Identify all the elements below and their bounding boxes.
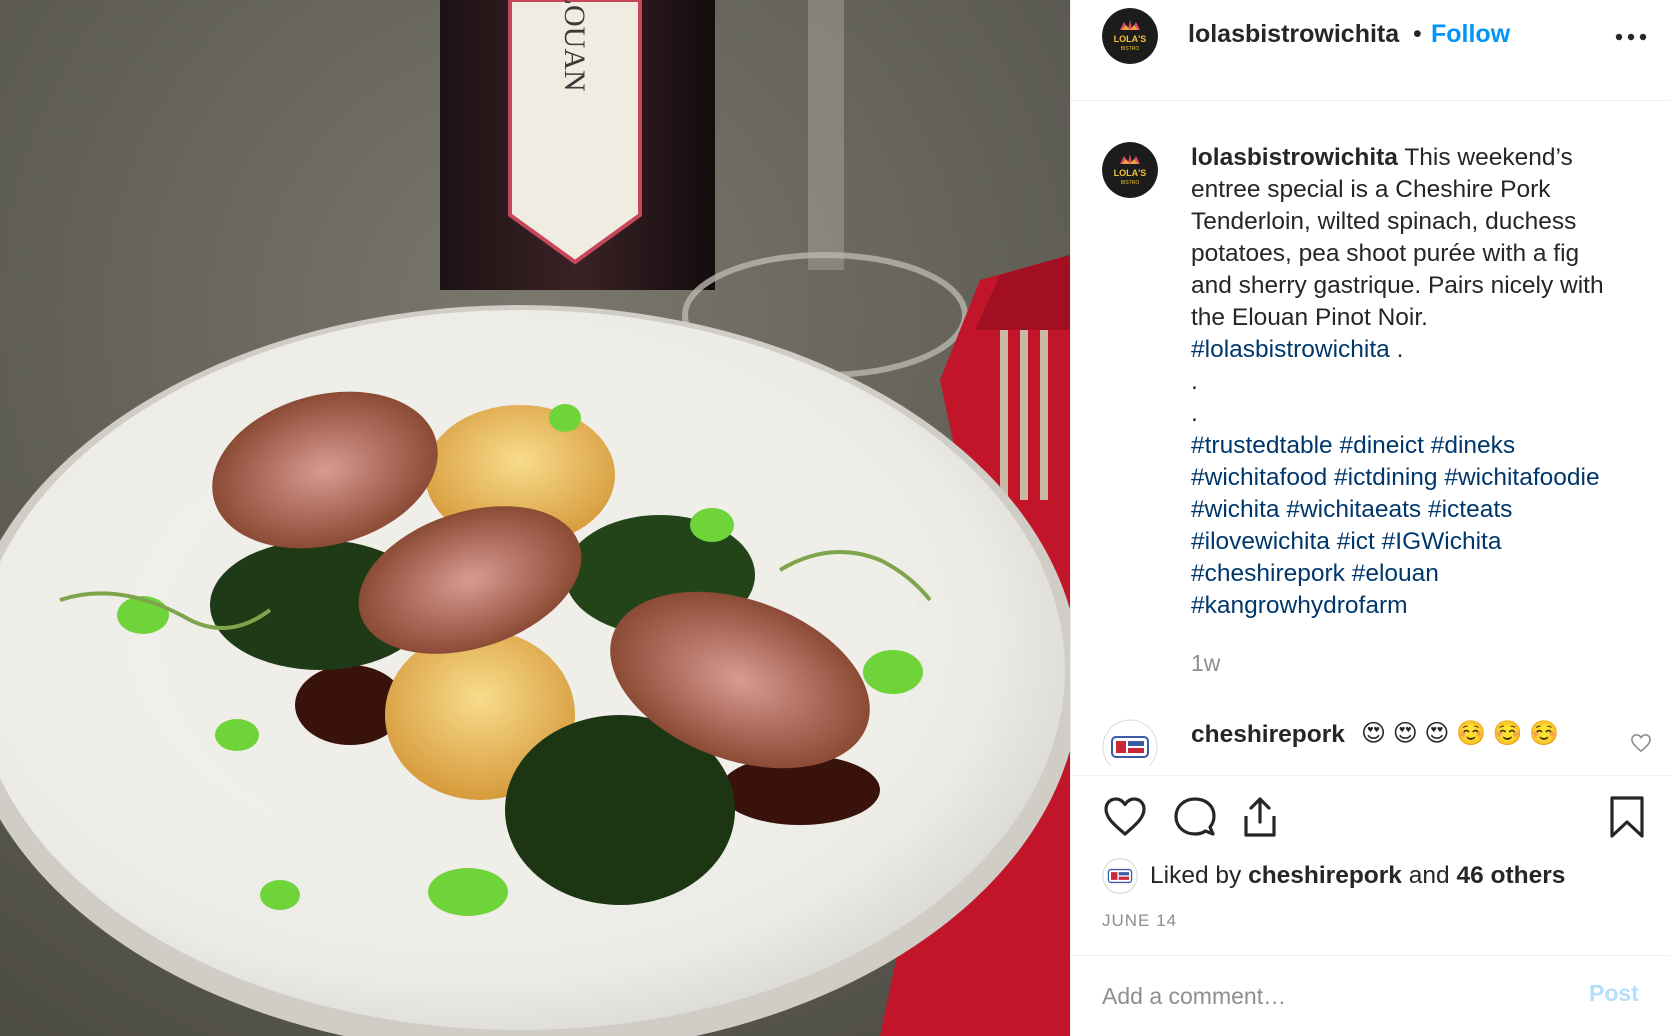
post-comment-button[interactable]: Post: [1589, 980, 1639, 1007]
add-comment-bar: Post: [1071, 955, 1670, 1036]
post-header: LOLA'S BISTRO lolasbistrowichita • Follo…: [1071, 0, 1670, 101]
caption-username[interactable]: lolasbistrowichita: [1191, 144, 1398, 171]
post-photo[interactable]: ELOUAN: [0, 0, 1070, 1036]
post-caption: lolasbistrowichita This weekend’s entree…: [1191, 142, 1651, 622]
hashtag-line[interactable]: #kangrowhydrofarm: [1191, 590, 1651, 622]
food-photo-illustration: ELOUAN: [0, 0, 1070, 1036]
svg-text:LOLA'S: LOLA'S: [1114, 34, 1147, 44]
post-side-panel: LOLA'S BISTRO lolasbistrowichita • Follo…: [1070, 0, 1670, 1036]
likes-summary[interactable]: Liked by cheshirepork and 46 others: [1150, 862, 1565, 890]
bookmark-icon[interactable]: [1604, 794, 1650, 840]
more-horizontal-icon[interactable]: [1611, 22, 1651, 52]
cheshire-pork-logo-icon: [1102, 719, 1158, 766]
comment-item: cheshirepork 😍 😍 😍 ☺️ ☺️ ☺️: [1071, 711, 1670, 766]
share-icon[interactable]: [1237, 794, 1283, 840]
likes-mid: and: [1401, 862, 1457, 889]
caption-dot-line: .: [1191, 368, 1198, 395]
likes-user[interactable]: cheshirepork: [1248, 862, 1402, 889]
hashtag-line[interactable]: #cheshirepork #elouan: [1191, 558, 1651, 590]
header-separator: •: [1413, 20, 1422, 48]
caption-avatar[interactable]: LOLA'S BISTRO: [1102, 142, 1158, 198]
comment-heart-icon[interactable]: [1630, 733, 1652, 753]
comment-icon[interactable]: [1172, 794, 1218, 840]
caption-line: the Elouan Pinot Noir.: [1191, 304, 1428, 331]
caption-line: and sherry gastrique. Pairs nicely with: [1191, 272, 1604, 299]
caption-line: potatoes, pea shoot purée with a fig: [1191, 240, 1580, 267]
commenter-avatar[interactable]: [1102, 719, 1158, 766]
liker-avatar[interactable]: [1102, 858, 1138, 894]
account-avatar[interactable]: LOLA'S BISTRO: [1102, 8, 1158, 64]
lolas-bistro-logo-icon: LOLA'S BISTRO: [1102, 142, 1158, 198]
heart-icon[interactable]: [1102, 794, 1148, 840]
comment-input[interactable]: [1102, 978, 1542, 1014]
caption-dot-line: .: [1191, 400, 1198, 427]
svg-text:BISTRO: BISTRO: [1121, 180, 1140, 186]
svg-text:LOLA'S: LOLA'S: [1114, 168, 1147, 178]
hashtag-line[interactable]: #ilovewichita #ict #IGWichita: [1191, 526, 1651, 558]
caption-time-ago: 1w: [1191, 650, 1221, 676]
comments-scroll-area[interactable]: LOLA'S BISTRO lolasbistrowichita This we…: [1071, 101, 1670, 766]
hashtag-line[interactable]: #wichita #wichitaeats #icteats: [1191, 494, 1651, 526]
svg-text:BISTRO: BISTRO: [1121, 46, 1140, 52]
caption-line: Tenderloin, wilted spinach, duchess: [1191, 208, 1577, 235]
caption-line: entree special is a Cheshire Pork: [1191, 176, 1551, 203]
likes-count[interactable]: 46 others: [1456, 862, 1565, 889]
hashtag-line[interactable]: #trustedtable #dineict #dineks: [1191, 430, 1651, 462]
post-date[interactable]: JUNE 14: [1102, 911, 1177, 931]
hashtag-link[interactable]: #lolasbistrowichita: [1191, 336, 1390, 363]
hashtag-line[interactable]: #wichitafood #ictdining #wichitafoodie: [1191, 462, 1651, 494]
cheshire-pork-logo-icon: [1102, 858, 1138, 894]
comment-username[interactable]: cheshirepork: [1191, 721, 1345, 749]
bottle-label: ELOUAN: [558, 0, 591, 92]
lolas-bistro-logo-icon: LOLA'S BISTRO: [1102, 8, 1158, 64]
header-username[interactable]: lolasbistrowichita: [1188, 20, 1399, 49]
caption-dot: .: [1389, 336, 1404, 363]
follow-button[interactable]: Follow: [1431, 20, 1510, 49]
post-actions: Liked by cheshirepork and 46 others JUNE…: [1071, 775, 1670, 955]
likes-prefix: Liked by: [1150, 862, 1249, 889]
caption-line: This weekend’s: [1404, 144, 1573, 171]
comment-emojis: 😍 😍 😍 ☺️ ☺️ ☺️: [1361, 720, 1560, 747]
